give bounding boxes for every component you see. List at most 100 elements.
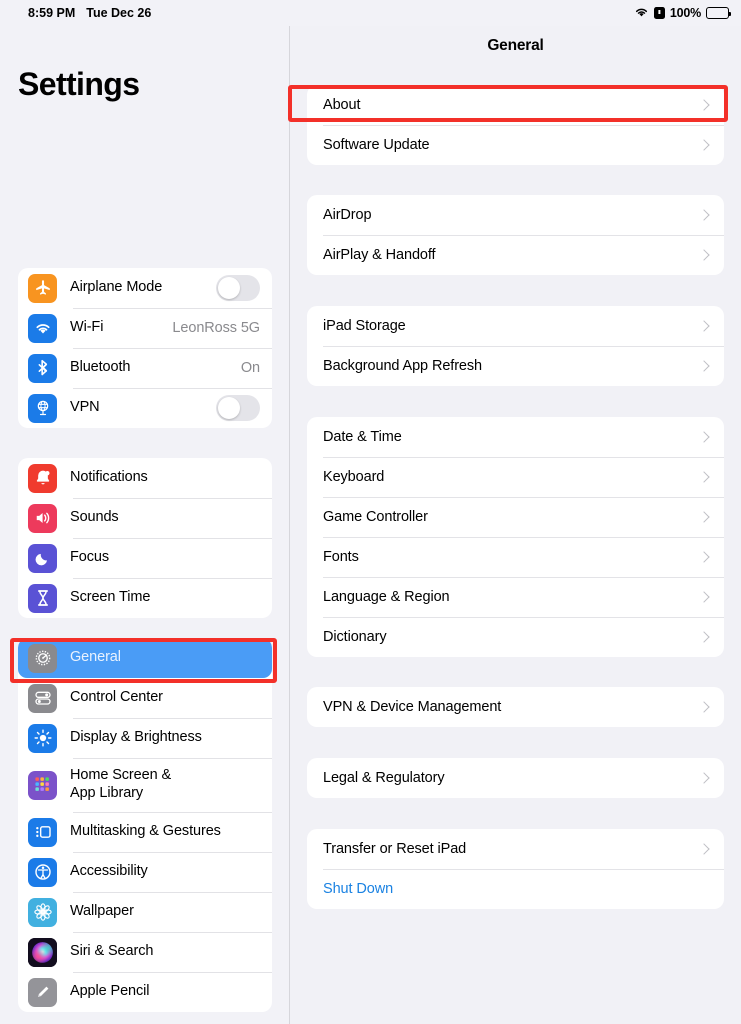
chevron-right-icon (700, 631, 708, 644)
sidebar-item-label: Wi-Fi (70, 319, 104, 336)
sidebar-item-multitasking-gestures[interactable]: Multitasking & Gestures (18, 812, 272, 852)
detail-group-5: VPN & Device Management (307, 687, 724, 727)
sidebar-item-label: Control Center (70, 689, 163, 706)
detail-row-label: Software Update (323, 137, 430, 153)
detail-row-fonts[interactable]: Fonts (307, 537, 724, 577)
detail-row-keyboard[interactable]: Keyboard (307, 457, 724, 497)
detail-row-label: Keyboard (323, 469, 385, 485)
airplane-icon (28, 273, 57, 303)
sidebar-item-accessibility[interactable]: Accessibility (18, 852, 272, 892)
detail-row-software-update[interactable]: Software Update (307, 125, 724, 165)
wifi-icon (634, 6, 649, 21)
sidebar-item-siri-search[interactable]: Siri & Search (18, 932, 272, 972)
sidebar-item-label: Notifications (70, 469, 148, 486)
sidebar-item-airplane-mode[interactable]: Airplane Mode (18, 268, 272, 308)
detail-row-background-app-refresh[interactable]: Background App Refresh (307, 346, 724, 386)
sidebar-item-bluetooth[interactable]: Bluetooth On (18, 348, 272, 388)
detail-row-label: Legal & Regulatory (323, 770, 445, 786)
detail-row-label: About (323, 97, 361, 113)
sidebar-item-value: LeonRoss 5G (172, 320, 260, 336)
sidebar-group-2: Notifications Sounds Focus Screen Time (18, 458, 272, 618)
sidebar-item-apple-pencil[interactable]: Apple Pencil (18, 972, 272, 1012)
chevron-right-icon (700, 471, 708, 484)
chevron-right-icon (700, 551, 708, 564)
detail-row-label: Shut Down (323, 881, 394, 897)
sliders-icon (28, 683, 57, 713)
detail-row-label: Dictionary (323, 629, 387, 645)
detail-row-about[interactable]: About (307, 85, 724, 125)
detail-group-4: Date & Time Keyboard Game Controller Fonts L… (307, 417, 724, 657)
sidebar-item-label: Focus (70, 549, 109, 566)
chevron-right-icon (700, 320, 708, 333)
bluetooth-icon (28, 353, 57, 383)
detail-row-label: Date & Time (323, 429, 402, 445)
general-detail-pane: General About Software Update AirDrop AirPl… (290, 26, 741, 1024)
sidebar-item-label: Multitasking & Gestures (70, 823, 221, 840)
detail-row-legal-regulatory[interactable]: Legal & Regulatory (307, 758, 724, 798)
status-date: Tue Dec 26 (86, 6, 152, 20)
chevron-right-icon (700, 360, 708, 373)
detail-group-3: iPad Storage Background App Refresh (307, 306, 724, 386)
siri-orb-icon (28, 937, 57, 967)
detail-row-vpn-device-management[interactable]: VPN & Device Management (307, 687, 724, 727)
detail-row-transfer-or-reset-ipad[interactable]: Transfer or Reset iPad (307, 829, 724, 869)
accessibility-icon (28, 857, 57, 887)
sidebar-item-general[interactable]: General (18, 638, 272, 678)
status-bar: 8:59 PM Tue Dec 26 100% (0, 0, 741, 26)
detail-row-date-time[interactable]: Date & Time (307, 417, 724, 457)
detail-title: General (487, 37, 544, 54)
sidebar-item-value: On (240, 360, 260, 376)
detail-row-airdrop[interactable]: AirDrop (307, 195, 724, 235)
detail-row-airplay-handoff[interactable]: AirPlay & Handoff (307, 235, 724, 275)
settings-sidebar: Settings Airplane Mode Wi-Fi LeonRoss 5G Bl… (0, 26, 290, 1024)
sidebar-item-label: Wallpaper (70, 903, 134, 920)
status-bar-right: 100% (634, 6, 732, 21)
pencil-icon (28, 977, 57, 1007)
sidebar-item-focus[interactable]: Focus (18, 538, 272, 578)
sidebar-item-label: Apple Pencil (70, 983, 150, 1000)
detail-row-label: VPN & Device Management (323, 699, 502, 715)
sidebar-item-label: Bluetooth (70, 359, 131, 376)
sidebar-group-3: General Control Center Display & Brightnes… (18, 638, 272, 1012)
wifi-icon (28, 313, 57, 343)
sidebar-item-label: VPN (70, 399, 100, 416)
detail-row-label: AirDrop (323, 207, 372, 223)
detail-row-game-controller[interactable]: Game Controller (307, 497, 724, 537)
detail-row-language-region[interactable]: Language & Region (307, 577, 724, 617)
detail-group-7: Transfer or Reset iPad Shut Down (307, 829, 724, 909)
sidebar-item-wi-fi[interactable]: Wi-Fi LeonRoss 5G (18, 308, 272, 348)
sidebar-item-display-brightness[interactable]: Display & Brightness (18, 718, 272, 758)
sidebar-item-label: Accessibility (70, 863, 148, 880)
chevron-right-icon (700, 99, 708, 112)
sidebar-item-sounds[interactable]: Sounds (18, 498, 272, 538)
sidebar-item-home-screen-app-library[interactable]: Home Screen & App Library (18, 758, 272, 812)
toggle-vpn[interactable] (216, 395, 260, 421)
chevron-right-icon (700, 511, 708, 524)
sidebar-item-wallpaper[interactable]: Wallpaper (18, 892, 272, 932)
detail-row-shut-down[interactable]: Shut Down (307, 869, 724, 909)
battery-percent: 100% (669, 6, 701, 20)
sidebar-item-label: Home Screen & App Library (70, 767, 172, 801)
sidebar-item-notifications[interactable]: Notifications (18, 458, 272, 498)
moon-icon (28, 543, 57, 573)
wallpaper-flower-icon (28, 897, 57, 927)
gear-icon (28, 643, 57, 673)
detail-group-6: Legal & Regulatory (307, 758, 724, 798)
detail-group-2: AirDrop AirPlay & Handoff (307, 195, 724, 275)
toggle-airplane-mode[interactable] (216, 275, 260, 301)
detail-row-ipad-storage[interactable]: iPad Storage (307, 306, 724, 346)
vpn-globe-icon (28, 393, 57, 423)
sidebar-item-label: Screen Time (70, 589, 151, 606)
status-time: 8:59 PM (28, 6, 76, 20)
status-bar-left: 8:59 PM Tue Dec 26 (28, 6, 151, 20)
detail-row-dictionary[interactable]: Dictionary (307, 617, 724, 657)
chevron-right-icon (700, 772, 708, 785)
battery-full-icon (706, 7, 732, 19)
detail-group-1: About Software Update (307, 85, 724, 165)
speaker-icon (28, 503, 57, 533)
chevron-right-icon (700, 139, 708, 152)
sidebar-item-vpn[interactable]: VPN (18, 388, 272, 428)
sidebar-item-control-center[interactable]: Control Center (18, 678, 272, 718)
sidebar-item-screen-time[interactable]: Screen Time (18, 578, 272, 618)
detail-row-label: AirPlay & Handoff (323, 247, 436, 263)
